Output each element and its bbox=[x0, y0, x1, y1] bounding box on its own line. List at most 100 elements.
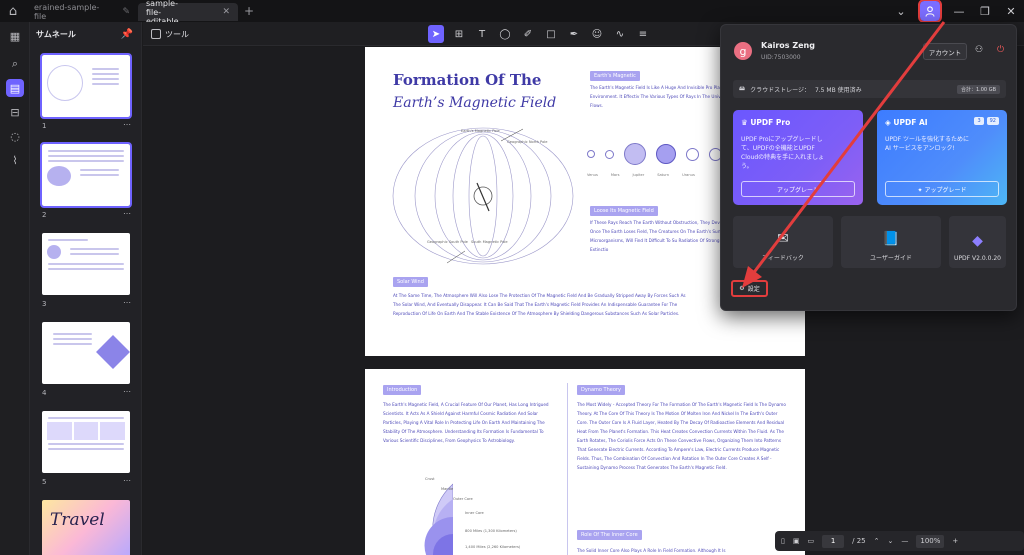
logout-icon[interactable]: ⏻ bbox=[997, 45, 1004, 55]
solar-paragraph: At The Same Time, The Atmosphere Will Al… bbox=[393, 293, 686, 316]
thumbnail-panel: サムネール 📌 1 ⋯ 2 ⋯ 3 ⋯ 4 ⋯ 5 ⋯ Travel bbox=[30, 22, 142, 555]
core-label: Crust bbox=[425, 477, 435, 481]
inner-paragraph: The Solid Inner Core Also Plays A Role I… bbox=[577, 548, 726, 553]
home-icon[interactable]: ⌂ bbox=[0, 0, 26, 22]
diagram-label-geo-north: Geographic North Pole bbox=[507, 140, 548, 144]
thumbnail-page-1[interactable] bbox=[40, 53, 132, 119]
page-title: Formation Of The bbox=[393, 71, 542, 89]
tag-solar-wind: Solar Wind bbox=[393, 277, 428, 287]
zoom-in-icon[interactable]: + bbox=[952, 537, 958, 545]
planet-label: Uranus bbox=[682, 173, 695, 177]
updf-ai-card[interactable]: ◈ UPDF AI 3 92 UPDF ツールを強化するために AI サービスを… bbox=[877, 110, 1007, 205]
planet-row bbox=[587, 143, 722, 165]
pro-description: UPDF Proにアップグレードして、UPDFの全機能とUPDF Cloudの特… bbox=[741, 136, 825, 170]
version-tile[interactable]: ◆ UPDF V2.0.0.20 bbox=[949, 216, 1006, 268]
cloud-icon: 🖴 bbox=[739, 85, 746, 92]
cloud-storage-bar[interactable]: 🖴 クラウドストレージ： 7.5 MB 使用済み 合計：1.00 GB bbox=[733, 80, 1006, 98]
ai-upgrade-button[interactable]: ✦ アップグレード bbox=[885, 181, 999, 197]
stamp-icon[interactable]: ≡ bbox=[635, 25, 651, 43]
two-page-icon[interactable]: ▣ bbox=[793, 537, 800, 545]
tab-erained-sample-file[interactable]: erained-sample-file ✎ bbox=[26, 3, 138, 21]
thumb-more-icon[interactable]: ⋯ bbox=[123, 298, 131, 307]
core-label: Outer Core bbox=[453, 497, 473, 501]
user-account-button[interactable] bbox=[918, 0, 942, 23]
account-dropdown: g Kairos Zeng UID:7503000 アカウント ⚇ ⏻ 🖴 クラ… bbox=[720, 24, 1017, 311]
tag-earths-magnetic: Earth's Magnetic bbox=[590, 71, 640, 81]
switch-user-icon[interactable]: ⚇ bbox=[975, 45, 983, 55]
select-cursor-icon[interactable]: ➤ bbox=[428, 25, 444, 43]
grid-icon[interactable]: ▦ bbox=[0, 24, 30, 48]
restore-icon[interactable]: ❐ bbox=[972, 0, 998, 22]
user-guide-label: ユーザーガイド bbox=[870, 255, 912, 262]
tools-label: ツール bbox=[165, 29, 189, 39]
document-page-2: Introduction The Earth's Magnetic Field,… bbox=[365, 369, 805, 555]
add-tab-button[interactable]: + bbox=[240, 2, 258, 20]
edit-icon: ✎ bbox=[122, 7, 130, 17]
thumb-more-icon[interactable]: ⋯ bbox=[123, 120, 131, 129]
text-icon[interactable]: T bbox=[474, 25, 490, 43]
feedback-icon: ✉ bbox=[777, 231, 789, 247]
storage-value: 7.5 MB 使用済み bbox=[814, 86, 862, 94]
thumb-more-icon[interactable]: ⋯ bbox=[123, 209, 131, 218]
page-navigation-bar: ▯ ▣ ▭ 1 / 25 ⌃ ⌄ — 100% + bbox=[775, 531, 1024, 551]
minimize-icon[interactable]: — bbox=[946, 0, 972, 22]
thumb-page-number: 5 bbox=[42, 478, 47, 486]
close-window-icon[interactable]: ✕ bbox=[998, 0, 1024, 22]
ai-title: UPDF AI bbox=[893, 118, 928, 127]
tag-inner-core: Role Of The Inner Core bbox=[577, 530, 642, 540]
signature-icon[interactable]: ∿ bbox=[612, 25, 628, 43]
prev-page-icon[interactable]: ⌃ bbox=[874, 537, 880, 545]
thumbnail-page-2[interactable] bbox=[40, 142, 132, 208]
comment-bubble-icon[interactable]: ◯ bbox=[497, 25, 513, 43]
thumb-more-icon[interactable]: ⋯ bbox=[123, 476, 131, 485]
sticker-icon[interactable]: ☺ bbox=[589, 25, 605, 43]
thumbnails-icon[interactable]: ▤ bbox=[0, 76, 30, 100]
planet-label: Jupiter bbox=[632, 173, 645, 177]
tab-sample-file-editable[interactable]: sample-file-editable ✕ bbox=[138, 0, 238, 26]
updf-pro-card[interactable]: ♛ UPDF Pro UPDF Proにアップグレードして、UPDFの全機能とU… bbox=[733, 110, 863, 205]
thumbnail-page-4[interactable] bbox=[42, 322, 130, 384]
bookmark-icon[interactable]: ⊟ bbox=[0, 100, 30, 124]
thumbnail-page-3[interactable] bbox=[42, 233, 130, 295]
pro-upgrade-button[interactable]: アップグレード bbox=[741, 181, 855, 197]
zoom-out-icon[interactable]: — bbox=[901, 537, 908, 545]
next-page-icon[interactable]: ⌄ bbox=[887, 537, 893, 545]
comment-icon[interactable]: ◌ bbox=[0, 124, 30, 148]
highlighter-icon[interactable]: ✐ bbox=[520, 25, 536, 43]
view-mode-icon[interactable]: ▯ bbox=[781, 537, 785, 545]
tag-loose-field: Loose Its Magnetic Field bbox=[590, 206, 658, 216]
chevron-down-icon[interactable]: ⌄ bbox=[888, 0, 914, 22]
pen-icon[interactable]: ✒ bbox=[566, 25, 582, 43]
table-icon[interactable]: ⊞ bbox=[451, 25, 467, 43]
thumbnail-page-5[interactable] bbox=[42, 411, 130, 473]
tools-button[interactable]: ツール bbox=[151, 25, 189, 43]
settings-button[interactable]: ⚙ 設定 bbox=[731, 280, 768, 297]
presentation-icon[interactable]: ▭ bbox=[807, 537, 814, 545]
core-label: Mantle bbox=[441, 487, 454, 491]
attachment-icon[interactable]: ⌇ bbox=[0, 148, 30, 172]
thumbnail-panel-title: サムネール bbox=[36, 29, 76, 39]
user-guide-tile[interactable]: 📘 ユーザーガイド bbox=[841, 216, 941, 268]
tag-introduction: Introduction bbox=[383, 385, 422, 395]
thumb-title-line bbox=[48, 59, 124, 63]
diagram-label-geo-south: Geographic South Pole bbox=[427, 240, 468, 244]
close-tab-icon[interactable]: ✕ bbox=[222, 7, 230, 17]
account-button[interactable]: アカウント bbox=[923, 43, 967, 60]
magnetic-field-diagram bbox=[392, 127, 574, 265]
thumb-page-number: 3 bbox=[42, 300, 47, 308]
search-icon[interactable]: ⌕ bbox=[0, 52, 30, 76]
user-id: UID:7503000 bbox=[761, 54, 801, 61]
avatar: g bbox=[734, 42, 752, 60]
planet-label: Mars bbox=[610, 173, 620, 177]
zoom-level[interactable]: 100% bbox=[916, 534, 945, 548]
thumb-page-number: 1 bbox=[42, 122, 47, 130]
pin-icon[interactable]: 📌 bbox=[121, 29, 133, 40]
shape-icon[interactable]: □ bbox=[543, 25, 559, 43]
planet-label: Venus bbox=[587, 173, 598, 177]
feedback-tile[interactable]: ✉ フィードバック bbox=[733, 216, 833, 268]
thumb-page-number: 4 bbox=[42, 389, 47, 397]
thumb-more-icon[interactable]: ⋯ bbox=[123, 387, 131, 396]
thumbnail-page-6[interactable]: Travel bbox=[42, 500, 130, 555]
ai-badge-docs: 3 bbox=[974, 117, 984, 125]
page-number-input[interactable]: 1 bbox=[822, 534, 845, 548]
